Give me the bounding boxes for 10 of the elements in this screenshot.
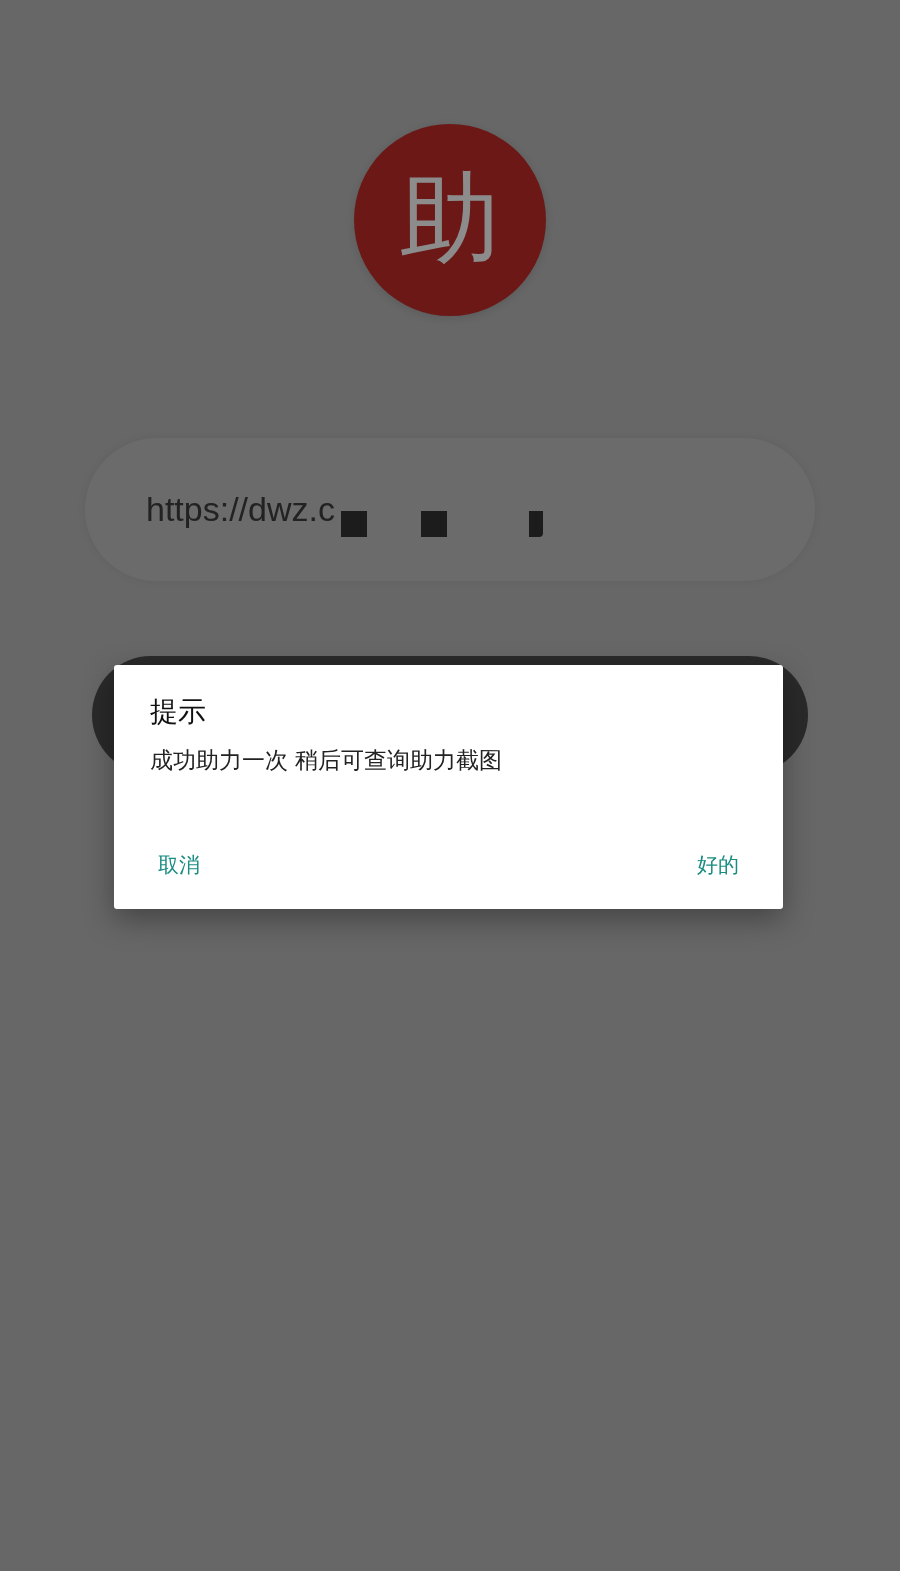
redaction-mark xyxy=(420,510,447,537)
redaction-mark xyxy=(340,510,367,537)
dialog-message: 成功助力一次 稍后可查询助力截图 xyxy=(150,746,503,775)
url-field[interactable]: https://dwz.c xyxy=(85,438,815,581)
cancel-button[interactable]: 取消 xyxy=(144,843,214,887)
dialog-title: 提示 xyxy=(150,694,206,730)
ok-button[interactable]: 好的 xyxy=(683,843,753,887)
redaction-mark xyxy=(528,510,543,537)
app-logo: 助 xyxy=(354,124,546,316)
url-text: https://dwz.c xyxy=(146,490,335,529)
